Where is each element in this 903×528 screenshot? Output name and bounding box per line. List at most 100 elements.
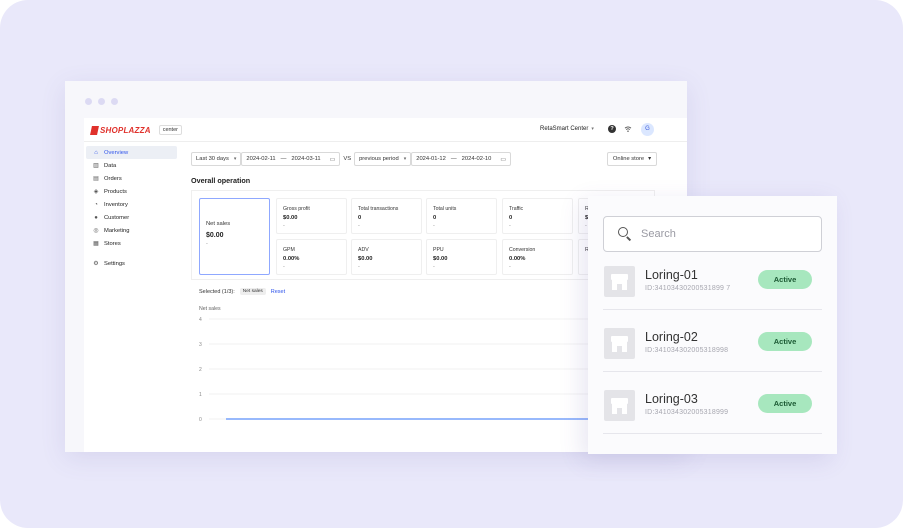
metric-delta: - xyxy=(358,223,360,229)
store-icon xyxy=(604,266,635,297)
sidebar-item-inventory[interactable]: ◔ Inventory xyxy=(86,198,177,211)
metric-card[interactable]: GPM 0.00% - xyxy=(276,239,347,275)
net-sales-chart: Net sales 43210 xyxy=(191,306,655,426)
selected-metric-chip[interactable]: Net sales xyxy=(239,288,266,295)
sidebar-item-overview[interactable]: ⌂ Overview xyxy=(86,146,177,159)
calendar-icon: ▭ xyxy=(500,156,506,163)
search-input[interactable]: Search xyxy=(603,216,822,252)
section-title: Overall operation xyxy=(191,176,251,185)
metric-label: Traffic xyxy=(509,206,524,212)
compare-range-picker[interactable]: 2024-01-12 — 2024-02-10 ▭ xyxy=(411,152,511,166)
metric-value: 0 xyxy=(433,215,437,221)
window-dot xyxy=(111,98,118,105)
start-date: 2024-02-11 xyxy=(246,156,276,162)
chevron-down-icon: ▾ xyxy=(233,156,237,162)
metric-card[interactable]: ADV $0.00 - xyxy=(351,239,422,275)
store-list-item[interactable]: Loring-02 ID:341034302005318998 Active xyxy=(603,310,822,372)
period-select[interactable]: Last 30 days ▾ xyxy=(191,152,242,166)
store-picker-panel: Search Loring-01 ID:34103430200531899 7 … xyxy=(588,196,837,454)
bar-chart-icon: ▥ xyxy=(93,162,99,169)
metric-card[interactable]: Gross profit $0.00 - xyxy=(276,198,347,234)
store-id: ID:34103430200531899 7 xyxy=(645,285,731,292)
sidebar-item-stores[interactable]: ▦ Stores xyxy=(86,237,177,250)
sidebar-item-orders[interactable]: ▤ Orders xyxy=(86,172,177,185)
chart-svg: 4 3 2 1 0 xyxy=(199,317,655,423)
sidebar-item-label: Settings xyxy=(104,260,125,267)
metric-card[interactable]: Total units 0 - xyxy=(426,198,497,234)
target-icon: ◎ xyxy=(93,227,99,234)
compare-end-date: 2024-02-10 xyxy=(461,156,492,162)
window-controls xyxy=(85,98,118,105)
window-dot xyxy=(85,98,92,105)
brand-logo[interactable]: SHOPLAZZA center xyxy=(90,125,182,135)
reset-link[interactable]: Reset xyxy=(271,289,285,295)
metric-value: 0 xyxy=(509,215,513,221)
metric-card[interactable]: Total transactions 0 - xyxy=(351,198,422,234)
sidebar-item-marketing[interactable]: ◎ Marketing xyxy=(86,224,177,237)
help-icon[interactable]: ? xyxy=(608,125,616,133)
top-bar: SHOPLAZZA center RetaSmart Center ▾ ? G xyxy=(84,118,687,142)
person-icon: ● xyxy=(94,214,98,221)
sidebar-item-label: Stores xyxy=(104,240,121,247)
metric-value: 0.00% xyxy=(509,256,526,262)
center-badge: center xyxy=(158,125,182,135)
metric-label: Gross profit xyxy=(283,206,310,212)
sidebar-item-customer[interactable]: ● Customer xyxy=(86,211,177,224)
sidebar-item-label: Overview xyxy=(104,149,129,156)
metric-card[interactable]: Conversion 0.00% - xyxy=(502,239,573,275)
metric-value: $0.00 xyxy=(283,215,298,221)
chevron-down-icon: ▾ xyxy=(403,156,407,162)
metric-label: ADV xyxy=(358,247,369,253)
sidebar-item-label: Customer xyxy=(104,214,130,221)
metric-label: Net sales xyxy=(206,221,231,227)
selected-metrics-row: Selected (1/3): Net sales Reset xyxy=(199,288,285,295)
store-list-item[interactable]: Loring-01 ID:34103430200531899 7 Active xyxy=(603,248,822,310)
status-badge: Active xyxy=(758,270,812,289)
sidebar-item-label: Marketing xyxy=(104,227,130,234)
sidebar-item-data[interactable]: ▥ Data xyxy=(86,159,177,172)
search-placeholder: Search xyxy=(641,228,676,240)
metric-label: GPM xyxy=(283,247,295,253)
metric-delta: - xyxy=(206,241,208,247)
avatar[interactable]: G xyxy=(641,123,654,136)
sidebar-item-label: Products xyxy=(104,188,127,195)
metric-value: $0.00 xyxy=(433,256,448,262)
range-separator: — xyxy=(280,156,287,162)
chevron-down-icon: ▾ xyxy=(648,156,652,162)
inventory-icon: ◔ xyxy=(94,201,98,208)
store-switcher-label: RetaSmart Center xyxy=(540,126,589,132)
home-icon: ⌂ xyxy=(94,149,98,156)
store-icon: ▦ xyxy=(93,240,99,247)
channel-select[interactable]: Online store ▾ xyxy=(607,152,657,166)
metric-value: 0 xyxy=(358,215,362,221)
status-badge: Active xyxy=(758,332,812,351)
store-list-item[interactable]: Loring-03 ID:341034302005318999 Active xyxy=(603,372,822,434)
metric-value: $0.00 xyxy=(206,232,224,239)
date-range-picker[interactable]: 2024-02-11 — 2024-03-11 ▭ xyxy=(241,152,341,166)
store-name: Loring-03 xyxy=(645,392,698,406)
metric-card[interactable]: PPU $0.00 - xyxy=(426,239,497,275)
metric-label: PPU xyxy=(433,247,444,253)
period-select-value: Last 30 days xyxy=(196,156,229,162)
sidebar-item-products[interactable]: ◈ Products xyxy=(86,185,177,198)
wifi-icon[interactable] xyxy=(624,125,632,133)
metrics-panel: Net sales $0.00 - Gross profit $0.00 - Tot… xyxy=(191,190,655,280)
y-tick-label: 0 xyxy=(199,417,202,423)
sidebar-item-settings[interactable]: ⚙ Settings xyxy=(86,257,177,270)
metric-delta: - xyxy=(283,223,285,229)
range-separator: — xyxy=(450,156,457,162)
sidebar-item-label: Orders xyxy=(104,175,122,182)
gear-icon: ⚙ xyxy=(93,260,99,267)
filter-bar: Last 30 days ▾ 2024-02-11 — 2024-03-11 ▭ … xyxy=(191,152,511,166)
compare-select[interactable]: previous period ▾ xyxy=(354,152,412,166)
channel-select-value: Online store xyxy=(612,156,645,162)
store-switcher[interactable]: RetaSmart Center ▾ xyxy=(540,126,594,132)
window-dot xyxy=(98,98,105,105)
calendar-icon: ▭ xyxy=(329,156,336,163)
end-date: 2024-03-11 xyxy=(291,156,321,162)
metric-card[interactable]: Traffic 0 - xyxy=(502,198,573,234)
sidebar-divider xyxy=(84,250,179,257)
metric-card-net-sales[interactable]: Net sales $0.00 - xyxy=(199,198,270,275)
metric-delta: - xyxy=(283,264,285,270)
store-id: ID:341034302005318999 xyxy=(645,409,729,416)
